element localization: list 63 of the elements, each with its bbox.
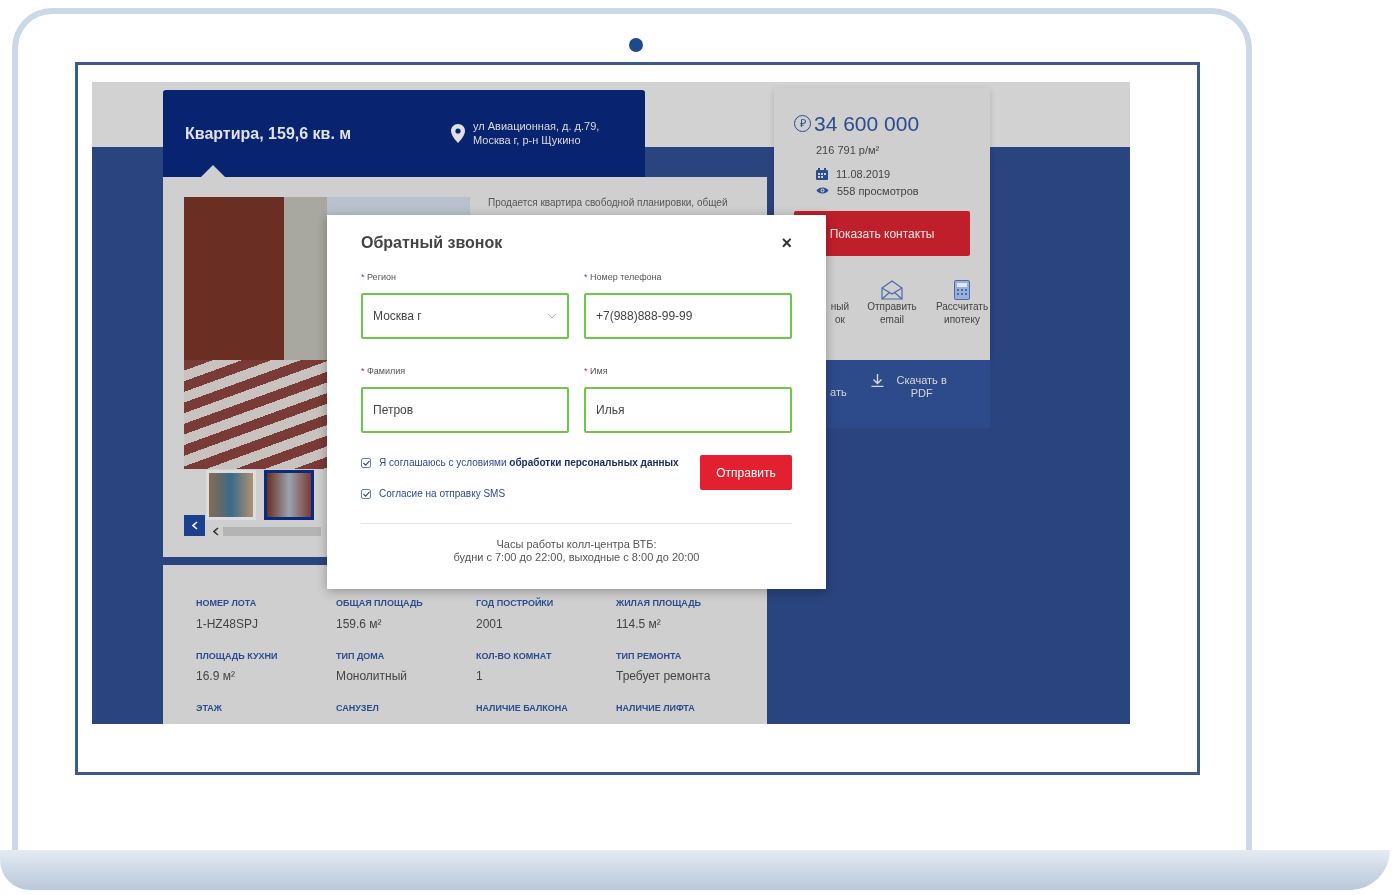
views-text: 558 просмотров — [837, 183, 919, 199]
spec-label: НАЛИЧИЕ ЛИФТА — [616, 702, 696, 715]
calculator-icon — [954, 280, 970, 300]
spec-label: ТИП РЕМОНТА — [616, 649, 683, 663]
action-link[interactable]: ать — [830, 386, 847, 400]
spec-label: НАЛИЧИЕ БАЛКОНА — [476, 702, 569, 715]
price-per-meter: 216 791 р/м² — [816, 142, 881, 158]
spec-label: ЖИЛАЯ ПЛОЩАДЬ — [616, 597, 703, 610]
chevron-down-icon — [547, 313, 557, 319]
submit-button[interactable]: Отправить — [700, 455, 792, 490]
action-link[interactable]: ный ок — [830, 300, 850, 326]
address-text: ул Авиационная, д. д.79, Москва г, р-н Щукино — [473, 120, 600, 147]
date-text: 11.08.2019 — [836, 167, 891, 182]
spec-label: ОБЩАЯ ПЛОЩАДЬ — [336, 597, 424, 610]
spec-value: Монолитный — [336, 668, 408, 685]
checkbox[interactable] — [361, 457, 371, 468]
input-field[interactable]: +7(988)888-99-99 — [584, 293, 792, 339]
input-field[interactable]: Петров — [361, 387, 569, 433]
spec-label: ПЛОЩАДЬ КУХНИ — [196, 649, 279, 663]
spec-value: 159.6 м² — [336, 615, 383, 633]
spec-value: 114.5 м² — [616, 615, 662, 633]
previous-button[interactable] — [184, 515, 205, 536]
spec-value: 16.9 м² — [196, 668, 236, 685]
input-field[interactable]: Илья — [584, 387, 792, 433]
consent-text: Я соглашаюсь с условиями обработки персональных данных — [379, 456, 679, 470]
spec-label: КОЛ-ВО КОМНАТ — [476, 649, 553, 663]
eye-icon — [816, 186, 829, 196]
field-label: * Номер телефона — [584, 271, 663, 284]
scrollbar-thumb[interactable] — [223, 527, 321, 536]
spec-value: 1-HZ48SPJ — [196, 615, 260, 633]
spec-value: 2001 — [476, 615, 504, 633]
description-text: Продается квартира свободной планировки, общей — [488, 197, 729, 210]
close-button[interactable]: × — [781, 234, 792, 252]
listing-title: Квартира, 159,6 кв. м — [185, 123, 353, 144]
spec-label: ГОД ПОСТРОЙКИ — [476, 597, 555, 610]
price-text: 34 600 000 — [814, 111, 920, 137]
consent-text: Согласие на отправку SMS — [379, 487, 506, 501]
location-pin-icon — [451, 124, 465, 143]
chevron-left-icon — [191, 521, 198, 530]
call-center-hours: Часы работы колл-центра ВТБ: будни с 7:00 до 22:00, выходные с 8:00 до 20:00 — [452, 538, 701, 565]
thumbnail[interactable] — [264, 470, 314, 520]
action-link[interactable]: Рассчитать ипотеку — [934, 300, 990, 326]
action-link[interactable]: Отправить email — [866, 300, 918, 326]
spec-label: САНУЗЕЛ — [336, 702, 380, 715]
spec-value: Требует ремонта — [616, 668, 712, 685]
region-select[interactable]: Москва г — [361, 293, 569, 339]
dialog-title: Обратный звонок — [361, 233, 503, 253]
spec-label: ТИП ДОМА — [336, 649, 386, 663]
envelope-icon — [881, 280, 903, 300]
spec-value: 1 — [476, 668, 484, 685]
camera-icon — [629, 38, 643, 52]
check-icon — [362, 459, 370, 466]
field-label: * Фамилия — [361, 365, 407, 378]
action-link[interactable]: Скачать в PDF — [891, 374, 952, 401]
spec-label: ЭТАЖ — [196, 702, 223, 715]
checkbox[interactable] — [361, 488, 371, 499]
check-icon — [362, 490, 370, 497]
calendar-icon — [816, 168, 828, 181]
field-label: * Регион — [361, 271, 397, 284]
field-label: * Имя — [584, 365, 609, 378]
chevron-left-icon — [213, 527, 219, 536]
download-icon — [870, 374, 884, 387]
spec-label: НОМЕР ЛОТА — [196, 597, 258, 610]
